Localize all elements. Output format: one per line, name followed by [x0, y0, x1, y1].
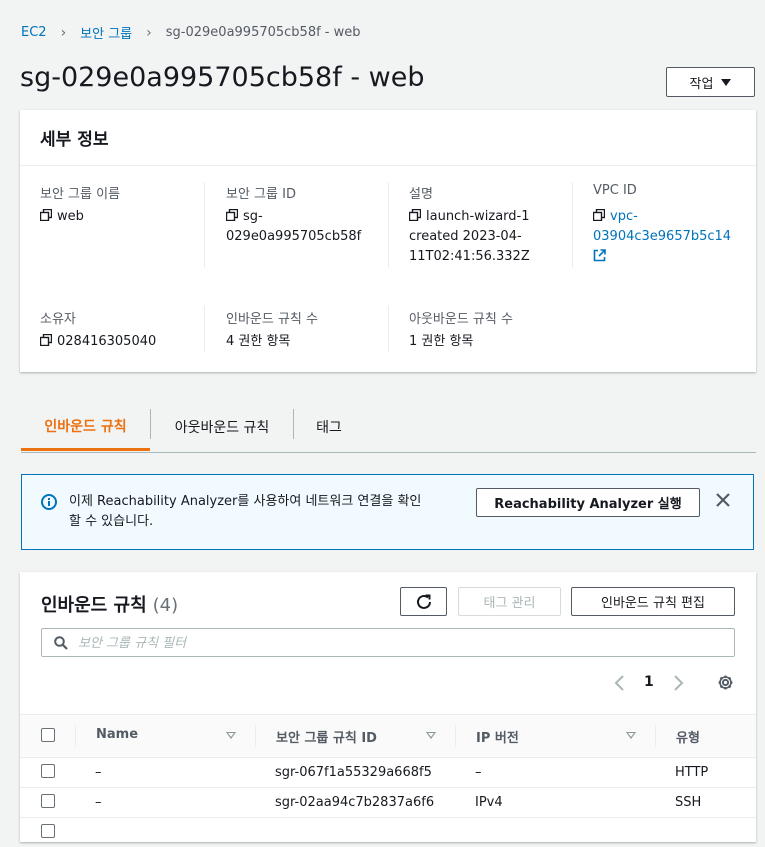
- breadcrumb: EC2 › 보안 그룹 › sg-029e0a995705cb58f - web: [21, 23, 361, 43]
- alert-message-line2: 할 수 있습니다.: [69, 514, 154, 529]
- tab-inbound-rules[interactable]: 인바운드 규칙: [21, 404, 150, 451]
- rules-count: (4): [152, 595, 179, 616]
- column-divider: [655, 725, 656, 747]
- owner-id: 028416305040: [57, 334, 157, 349]
- copy-icon[interactable]: [40, 209, 52, 221]
- field-label-vpc: VPC ID: [593, 183, 637, 198]
- field-value-inbound-count: 4 권한 항목: [226, 334, 291, 349]
- cell-name: –: [95, 765, 102, 780]
- description-line1: launch-wizard-1: [426, 209, 530, 224]
- field-label-description: 설명: [409, 187, 433, 202]
- rules-heading: 인바운드 규칙 (4): [41, 591, 178, 617]
- caret-down-icon: [721, 78, 732, 86]
- table-row[interactable]: – sgr-02aa94c7b2837a6f6 IPv4 SSH: [20, 787, 756, 818]
- alert-message-line1: 이제 Reachability Analyzer를 사용하여 네트워크 연결을 …: [69, 494, 422, 509]
- table-row[interactable]: – sgr-067f1a55329a668f5 – HTTP: [20, 757, 756, 788]
- page-number[interactable]: 1: [644, 674, 654, 690]
- copy-icon[interactable]: [40, 334, 52, 346]
- breadcrumb-ec2-link[interactable]: EC2: [21, 25, 47, 40]
- description-line2: created 2023-04-: [409, 229, 522, 244]
- inbound-rules-panel: 인바운드 규칙(4) 태그 관리 인바운드 규칙 편집 1 Name 보안 그룹…: [20, 572, 756, 842]
- column-divider: [388, 306, 389, 352]
- cell-type: HTTP: [675, 765, 709, 780]
- column-divider: [75, 725, 76, 747]
- column-divider: [204, 182, 205, 268]
- column-divider: [455, 725, 456, 747]
- rules-title: 인바운드 규칙: [41, 595, 147, 616]
- details-panel: 세부 정보 보안 그룹 이름 web 보안 그룹 ID sg- 029e0a99…: [20, 110, 756, 372]
- column-divider: [572, 182, 573, 268]
- copy-icon[interactable]: [226, 209, 238, 221]
- row-checkbox[interactable]: [41, 764, 55, 778]
- info-alert: 이제 Reachability Analyzer를 사용하여 네트워크 연결을 …: [21, 474, 754, 550]
- breadcrumb-current: sg-029e0a995705cb58f - web: [165, 25, 361, 40]
- refresh-button[interactable]: [400, 587, 447, 616]
- field-label-id: 보안 그룹 ID: [226, 187, 296, 202]
- copy-icon[interactable]: [593, 209, 605, 221]
- external-link-icon[interactable]: [593, 249, 606, 262]
- run-reachability-analyzer-button[interactable]: Reachability Analyzer 실행: [476, 488, 700, 517]
- field-value-vpc: vpc- 03904c3e9657b5c14: [593, 207, 731, 269]
- breadcrumb-security-groups-link[interactable]: 보안 그룹: [80, 23, 132, 42]
- page-title: sg-029e0a995705cb58f - web: [20, 62, 425, 93]
- cell-ip-version: IPv4: [475, 795, 503, 810]
- rules-filter: [41, 628, 735, 658]
- sort-icon[interactable]: [226, 732, 236, 739]
- field-label-outbound-count: 아웃바운드 규칙 수: [409, 312, 513, 327]
- chevron-right-icon: ›: [146, 24, 152, 41]
- info-icon: [41, 494, 57, 510]
- field-label-inbound-count: 인바운드 규칙 수: [226, 312, 318, 327]
- actions-label: 작업: [689, 76, 714, 92]
- row-checkbox[interactable]: [41, 824, 55, 838]
- sort-icon[interactable]: [626, 732, 636, 739]
- tab-tags[interactable]: 태그: [294, 404, 364, 450]
- sort-icon[interactable]: [426, 732, 436, 739]
- vpc-id-link-part2[interactable]: 03904c3e9657b5c14: [593, 227, 731, 247]
- close-icon[interactable]: [715, 492, 731, 508]
- cell-rule-id: sgr-067f1a55329a668f5: [275, 765, 432, 780]
- description-line3: 11T02:41:56.332Z: [409, 249, 530, 264]
- table-header: Name 보안 그룹 규칙 ID IP 버전 유형: [20, 714, 756, 758]
- vpc-id-link[interactable]: vpc-: [610, 209, 638, 224]
- actions-button[interactable]: 작업: [666, 67, 755, 97]
- field-value-outbound-count: 1 권한 항목: [409, 334, 474, 349]
- field-value-name: web: [40, 207, 84, 227]
- refresh-icon: [416, 594, 431, 609]
- column-divider: [255, 725, 256, 747]
- chevron-right-icon: ›: [60, 24, 67, 41]
- table-row[interactable]: [20, 817, 756, 847]
- cell-ip-version: –: [475, 765, 482, 780]
- security-group-id-part2: 029e0a995705cb58f: [226, 229, 362, 244]
- chevron-left-icon[interactable]: [614, 675, 626, 691]
- chevron-right-icon[interactable]: [672, 675, 684, 691]
- manage-tags-button[interactable]: 태그 관리: [458, 587, 561, 616]
- security-group-name: web: [57, 209, 84, 224]
- column-header-type[interactable]: 유형: [676, 727, 700, 746]
- filter-input[interactable]: [76, 629, 720, 658]
- cell-rule-id: sgr-02aa94c7b2837a6f6: [275, 795, 435, 810]
- field-value-owner: 028416305040: [40, 332, 156, 352]
- field-value-description: launch-wizard-1 created 2023-04- 11T02:4…: [409, 207, 530, 267]
- row-checkbox[interactable]: [41, 794, 55, 808]
- alert-message: 이제 Reachability Analyzer를 사용하여 네트워크 연결을 …: [69, 492, 459, 532]
- details-heading: 세부 정보: [20, 110, 756, 166]
- column-header-ip-version[interactable]: IP 버전: [476, 727, 519, 746]
- column-header-rule-id[interactable]: 보안 그룹 규칙 ID: [276, 727, 377, 746]
- cell-type: SSH: [675, 795, 702, 810]
- select-all-checkbox[interactable]: [41, 728, 55, 742]
- field-value-id: sg- 029e0a995705cb58f: [226, 207, 361, 247]
- gear-icon[interactable]: [717, 674, 734, 691]
- field-label-name: 보안 그룹 이름: [40, 187, 121, 202]
- copy-icon[interactable]: [409, 209, 421, 221]
- edit-inbound-rules-button[interactable]: 인바운드 규칙 편집: [571, 587, 735, 616]
- column-divider: [388, 182, 389, 268]
- column-header-name[interactable]: Name: [96, 727, 138, 742]
- search-icon: [54, 636, 68, 650]
- cell-name: –: [95, 795, 102, 810]
- tab-bar: 인바운드 규칙 아웃바운드 규칙 태그: [21, 404, 756, 453]
- column-divider: [204, 306, 205, 352]
- tab-outbound-rules[interactable]: 아웃바운드 규칙: [151, 404, 293, 450]
- security-group-id-part1: sg-: [243, 209, 263, 224]
- field-label-owner: 소유자: [40, 312, 76, 327]
